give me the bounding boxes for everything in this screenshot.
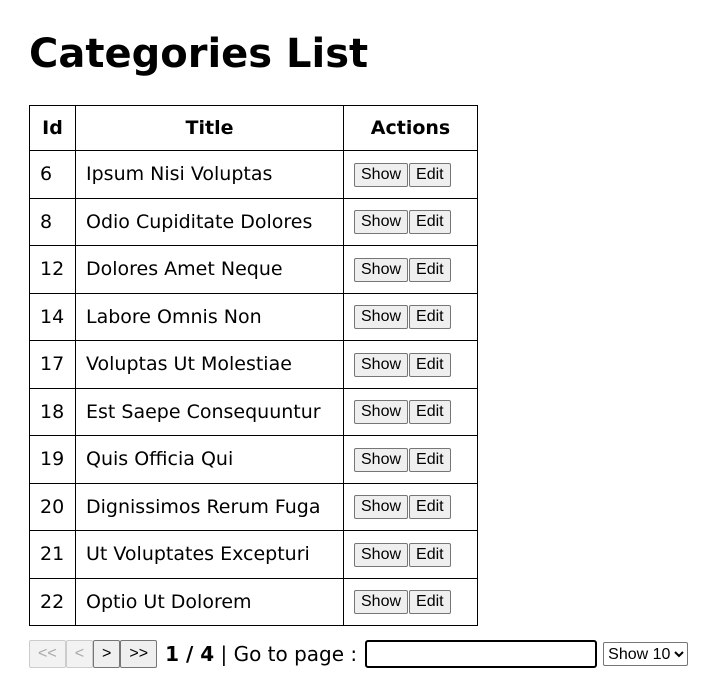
show-button[interactable]: Show	[354, 162, 409, 187]
page-indicator: 1 / 4	[165, 642, 215, 666]
cell-actions: Show Edit	[343, 292, 478, 341]
next-page-button[interactable]: >	[93, 640, 121, 668]
cell-actions: Show Edit	[343, 150, 478, 199]
table-row: 6 Ipsum Nisi Voluptas Show Edit	[29, 150, 478, 199]
goto-page-input[interactable]	[365, 640, 598, 668]
cell-actions: Show Edit	[343, 530, 478, 579]
show-button[interactable]: Show	[354, 305, 409, 330]
edit-button[interactable]: Edit	[409, 495, 451, 520]
table-row: 12 Dolores Amet Neque Show Edit	[29, 245, 478, 294]
edit-button[interactable]: Edit	[409, 590, 451, 615]
cell-id: 12	[29, 245, 76, 294]
cell-title: Odio Cupiditate Dolores	[75, 197, 344, 246]
page-size-select[interactable]: Show 10	[603, 642, 689, 666]
prev-page-button[interactable]: <	[65, 640, 94, 668]
table-header-row: Id Title Actions	[29, 105, 478, 151]
table-row: 19 Quis Officia Qui Show Edit	[29, 435, 478, 484]
cell-actions: Show Edit	[343, 245, 478, 294]
cell-title: Dignissimos Rerum Fuga	[75, 482, 344, 531]
cell-id: 18	[29, 387, 76, 436]
edit-button[interactable]: Edit	[409, 447, 451, 472]
show-button[interactable]: Show	[354, 542, 409, 567]
edit-button[interactable]: Edit	[409, 162, 451, 187]
cell-title: Quis Officia Qui	[75, 435, 344, 484]
cell-actions: Show Edit	[343, 197, 478, 246]
page-title: Categories List	[29, 31, 369, 77]
cell-title: Optio Ut Dolorem	[75, 577, 344, 626]
cell-title: Ipsum Nisi Voluptas	[75, 150, 344, 199]
table-row: 14 Labore Omnis Non Show Edit	[29, 292, 478, 341]
edit-button[interactable]: Edit	[409, 352, 451, 377]
cell-title: Labore Omnis Non	[75, 292, 344, 341]
show-button[interactable]: Show	[354, 400, 409, 425]
show-button[interactable]: Show	[354, 447, 409, 472]
edit-button[interactable]: Edit	[409, 542, 451, 567]
table-row: 22 Optio Ut Dolorem Show Edit	[29, 577, 478, 626]
cell-title: Est Saepe Consequuntur	[75, 387, 344, 436]
cell-title: Dolores Amet Neque	[75, 245, 344, 294]
pagination: << < > >> 1 / 4 | Go to page : Show 10	[29, 640, 689, 668]
cell-id: 8	[29, 197, 76, 246]
goto-label: | Go to page :	[220, 642, 358, 666]
table-row: 8 Odio Cupiditate Dolores Show Edit	[29, 197, 478, 246]
cell-title: Ut Voluptates Excepturi	[75, 530, 344, 579]
cell-actions: Show Edit	[343, 577, 478, 626]
header-title: Title	[75, 105, 344, 151]
edit-button[interactable]: Edit	[409, 257, 451, 282]
table-row: 18 Est Saepe Consequuntur Show Edit	[29, 387, 478, 436]
cell-id: 14	[29, 292, 76, 341]
edit-button[interactable]: Edit	[409, 305, 451, 330]
cell-actions: Show Edit	[343, 340, 478, 389]
cell-actions: Show Edit	[343, 482, 478, 531]
header-id: Id	[29, 105, 76, 151]
cell-actions: Show Edit	[343, 387, 478, 436]
show-button[interactable]: Show	[354, 495, 409, 520]
categories-table: Id Title Actions 6 Ipsum Nisi Voluptas S…	[29, 105, 478, 626]
edit-button[interactable]: Edit	[409, 400, 451, 425]
cell-actions: Show Edit	[343, 435, 478, 484]
cell-id: 22	[29, 577, 76, 626]
edit-button[interactable]: Edit	[409, 210, 451, 235]
table-row: 17 Voluptas Ut Molestiae Show Edit	[29, 340, 478, 389]
cell-id: 19	[29, 435, 76, 484]
cell-id: 21	[29, 530, 76, 579]
table-row: 20 Dignissimos Rerum Fuga Show Edit	[29, 482, 478, 531]
show-button[interactable]: Show	[354, 257, 409, 282]
show-button[interactable]: Show	[354, 590, 409, 615]
cell-title: Voluptas Ut Molestiae	[75, 340, 344, 389]
show-button[interactable]: Show	[354, 352, 409, 377]
show-button[interactable]: Show	[354, 210, 409, 235]
cell-id: 17	[29, 340, 76, 389]
header-actions: Actions	[343, 105, 478, 151]
cell-id: 20	[29, 482, 76, 531]
table-row: 21 Ut Voluptates Excepturi Show Edit	[29, 530, 478, 579]
cell-id: 6	[29, 150, 76, 199]
first-page-button[interactable]: <<	[29, 640, 66, 668]
last-page-button[interactable]: >>	[120, 640, 158, 668]
